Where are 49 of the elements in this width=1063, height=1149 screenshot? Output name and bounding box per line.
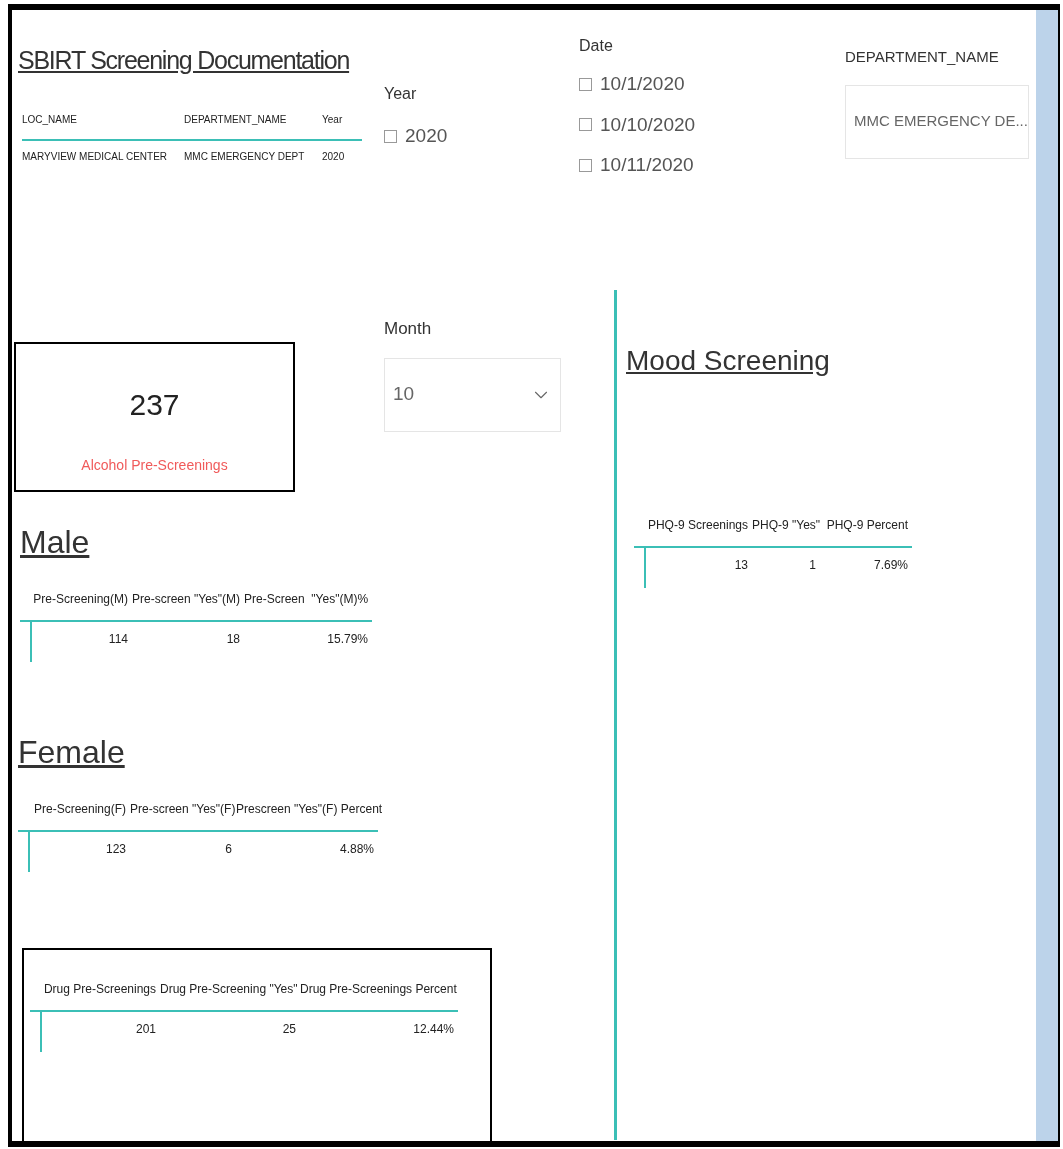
section-heading: Mood Screening bbox=[626, 345, 830, 376]
table-cell-text: 12.44% bbox=[412, 1021, 455, 1038]
checkbox[interactable] bbox=[579, 118, 592, 132]
column-header: Pre-screen "Yes"(F) bbox=[130, 800, 236, 832]
section-heading: Female bbox=[18, 733, 126, 772]
slicer-title: Month bbox=[384, 318, 433, 340]
slicer-title: Date bbox=[579, 36, 614, 56]
checkbox-label: 10/10/2020 bbox=[600, 112, 696, 137]
month-dropdown[interactable]: 10 bbox=[384, 357, 561, 432]
table-cell-text: 114 bbox=[107, 631, 129, 648]
report-title: SBIRT Screening Documentation bbox=[18, 46, 350, 74]
table-cell-text: 123 bbox=[104, 841, 127, 858]
card-label: Alcohol Pre-Screenings bbox=[81, 456, 228, 475]
column-header: Pre-Screen "Yes"(M)% bbox=[244, 590, 372, 622]
checkbox[interactable] bbox=[384, 129, 397, 143]
checkbox-label: 2020 bbox=[405, 124, 448, 148]
column-header: Drug Pre-Screenings Percent bbox=[300, 980, 458, 1012]
table-cell-text: 18 bbox=[225, 631, 241, 648]
column-header: PHQ-9 Screenings bbox=[634, 516, 752, 548]
table-cell-text: 1 bbox=[808, 557, 817, 574]
checkbox[interactable] bbox=[579, 158, 592, 172]
checkbox[interactable] bbox=[579, 77, 592, 91]
slicer-title: DEPARTMENT_NAME bbox=[845, 47, 1000, 67]
table-cell-text: 13 bbox=[733, 557, 749, 574]
checkbox-label: 10/11/2020 bbox=[600, 153, 694, 177]
table-cell-text: 4.88% bbox=[338, 841, 375, 858]
table-cell-text: 25 bbox=[281, 1021, 297, 1038]
table-cell-text: MMC EMERGENCY DEPT bbox=[184, 150, 306, 164]
column-header: PHQ-9 Percent bbox=[820, 516, 912, 548]
table-cell-text: 2020 bbox=[322, 150, 346, 164]
column-header: PHQ-9 "Yes" bbox=[752, 516, 820, 548]
table-cell-text: 15.79% bbox=[326, 631, 369, 648]
table-cell-text: MARYVIEW MEDICAL CENTER bbox=[22, 150, 169, 164]
column-header: Pre-screen "Yes"(M) bbox=[132, 590, 244, 622]
section-heading: Male bbox=[20, 523, 91, 562]
table-cell-text: 201 bbox=[134, 1021, 157, 1038]
column-header: Year bbox=[322, 112, 362, 141]
column-header: Pre-Screening(F) bbox=[18, 800, 130, 832]
column-header: LOC_NAME bbox=[22, 112, 184, 141]
table-cell-text: 6 bbox=[224, 841, 233, 858]
column-header: Pre-Screening(M) bbox=[20, 590, 132, 622]
checkbox-label: 10/1/2020 bbox=[600, 72, 685, 96]
card-value: 237 bbox=[129, 387, 180, 423]
table-cell-text: 7.69% bbox=[872, 557, 909, 574]
department-dropdown[interactable]: MMC EMERGENCY DE... bbox=[845, 84, 1029, 159]
column-header: DEPARTMENT_NAME bbox=[184, 112, 322, 141]
slicer-title: Year bbox=[384, 84, 418, 104]
column-header: Drug Pre-Screening "Yes" bbox=[160, 980, 300, 1012]
column-header: Drug Pre-Screenings bbox=[30, 980, 160, 1012]
